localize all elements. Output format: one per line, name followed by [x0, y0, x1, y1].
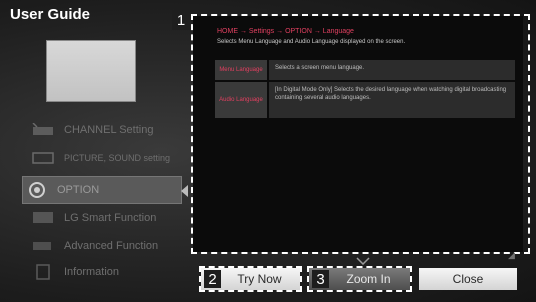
- sidebar-item-label: PICTURE, SOUND setting: [64, 153, 171, 163]
- sidebar-item-label: OPTION: [57, 184, 100, 196]
- sidebar-item-information[interactable]: Information: [30, 260, 180, 284]
- callout-badge-3: 3: [312, 270, 329, 288]
- sidebar-item-label: Advanced Function: [64, 240, 159, 252]
- sidebar-item-label: CHANNEL Setting: [64, 124, 154, 136]
- sidebar-item-option[interactable]: OPTION: [22, 176, 182, 204]
- sidebar-item-advanced-function[interactable]: Advanced Function: [30, 234, 180, 258]
- user-guide-screen: User Guide CHANNEL Setting PICTURE, SOUN…: [0, 0, 536, 302]
- callout-badge-1: 1: [172, 10, 190, 30]
- close-button[interactable]: Close: [419, 268, 517, 290]
- sidebar-item-lg-smart-function[interactable]: LG Smart Function: [30, 206, 180, 230]
- content-focus-outline: [191, 14, 530, 254]
- scroll-down-icon[interactable]: [356, 257, 370, 265]
- gear-icon: [23, 182, 51, 198]
- selection-pointer-icon: [181, 185, 188, 197]
- smart-tv-icon: [30, 210, 58, 226]
- picture-sound-icon: [30, 150, 58, 166]
- app-title: User Guide: [10, 6, 91, 23]
- sidebar-item-channel-setting[interactable]: CHANNEL Setting: [30, 118, 180, 142]
- sidebar-item-label: Information: [64, 266, 120, 278]
- antenna-icon: [30, 122, 58, 138]
- preview-thumbnail: [46, 40, 136, 102]
- callout-badge-2: 2: [204, 270, 221, 288]
- info-icon: [30, 264, 58, 280]
- sidebar-item-label: LG Smart Function: [64, 212, 157, 224]
- volume-icon: ◢: [508, 250, 515, 260]
- sidebar-item-picture-sound-setting[interactable]: PICTURE, SOUND setting: [30, 146, 180, 170]
- advanced-icon: [30, 238, 58, 254]
